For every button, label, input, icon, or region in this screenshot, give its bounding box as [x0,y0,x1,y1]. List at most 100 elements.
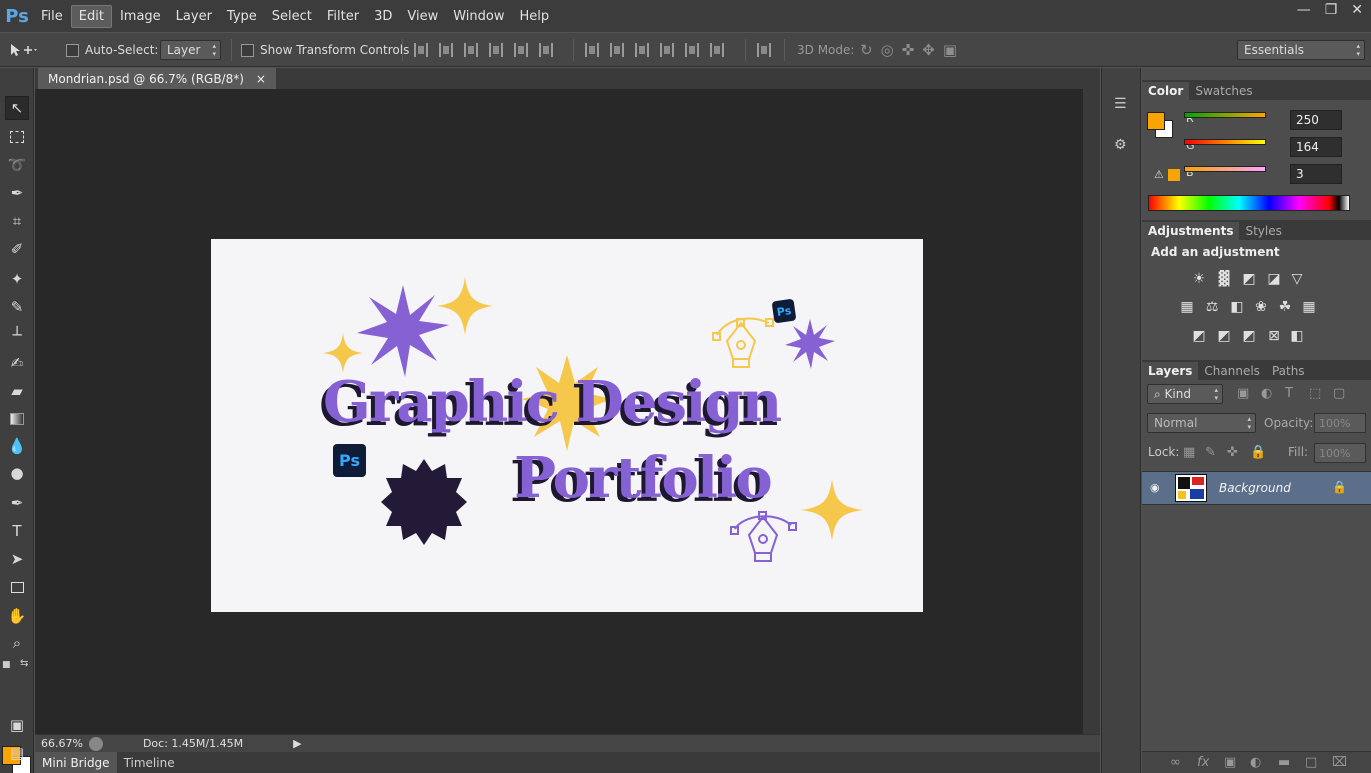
auto-select-checkbox[interactable]: Auto-Select: [66,33,158,67]
delete-layer-icon[interactable]: ⌧ [1332,755,1347,770]
swap-colors-icon[interactable]: ⇆ [20,658,28,669]
clone-stamp-tool-icon[interactable]: ┴ [5,323,29,347]
layer-row[interactable]: ◉ Background 🔒 [1142,471,1371,505]
new-adjustment-icon[interactable]: ◐ [1250,755,1261,770]
fill-field[interactable]: 100% [1314,443,1366,463]
menu-edit[interactable]: Edit [70,4,112,28]
distribute-bottom-icon[interactable] [635,43,649,57]
lock-position-icon[interactable]: ✜ [1227,445,1238,460]
gradient-tool-icon[interactable] [5,407,29,431]
gradient-map-icon[interactable]: ◧ [1288,328,1306,344]
selective-color-icon[interactable]: ⊠ [1265,328,1283,344]
menu-select[interactable]: Select [265,6,319,27]
tab-color[interactable]: Color [1142,82,1190,100]
color-lookup-icon[interactable]: ▦ [1300,299,1318,315]
vertical-scrollbar[interactable] [1083,89,1100,734]
hand-tool-icon[interactable]: ✋ [5,604,29,628]
menu-file[interactable]: File [34,6,70,27]
photo-filter-icon[interactable]: ❀ [1252,299,1270,315]
menu-3d[interactable]: 3D [367,6,399,27]
slider-r[interactable] [1184,112,1266,118]
move-tool-icon[interactable]: ↖ [5,96,29,120]
lasso-tool-icon[interactable]: ➰ [5,153,29,177]
gamut-color-chip[interactable] [1168,169,1180,181]
blend-mode-dropdown[interactable]: Normal [1147,413,1256,433]
quick-mask-icon[interactable]: ▣ [5,713,29,737]
properties-panel-icon[interactable]: ⚙ [1114,137,1127,153]
align-vcenter-icon[interactable] [439,43,453,57]
menu-filter[interactable]: Filter [320,6,366,27]
quick-select-tool-icon[interactable]: ✒ [5,181,29,205]
auto-select-dropdown[interactable]: Layer [160,40,221,60]
hue-saturation-icon[interactable]: ▦ [1178,299,1196,315]
history-panel-icon[interactable]: ☰ [1114,96,1127,112]
new-group-icon[interactable]: ▬ [1278,755,1290,770]
artboard[interactable]: Ps Ps Graphic Design Portfolio [211,239,923,612]
close-button[interactable]: ✕ [1351,2,1363,18]
status-arrow-icon[interactable]: ▶ [293,737,301,750]
3d-scale-icon[interactable]: ▣ [943,41,957,59]
new-layer-icon[interactable]: □ [1305,755,1317,770]
status-info-icon[interactable] [88,736,103,751]
levels-icon[interactable]: ▓ [1215,271,1233,287]
color-balance-icon[interactable]: ⚖ [1203,299,1221,315]
path-select-tool-icon[interactable]: ➤ [5,547,29,571]
opacity-field[interactable]: 100% [1314,413,1366,433]
align-bottom-icon[interactable] [464,43,478,57]
distribute-left-icon[interactable] [660,43,674,57]
vibrance-icon[interactable]: ▽ [1288,271,1306,287]
filter-type-icon[interactable]: T [1285,386,1293,401]
menu-window[interactable]: Window [446,6,511,27]
pen-tool-icon[interactable]: ✒ [5,491,29,515]
filter-adjustment-icon[interactable]: ◐ [1261,386,1272,401]
tab-mini-bridge[interactable]: Mini Bridge [35,752,117,773]
align-top-icon[interactable] [414,43,428,57]
dodge-tool-icon[interactable]: ● [5,461,29,485]
g-value-field[interactable]: 164 [1290,137,1342,157]
auto-align-icon[interactable] [757,43,771,57]
slider-b[interactable] [1184,166,1266,172]
move-tool-preset-icon[interactable] [8,33,38,67]
zoom-level[interactable]: 66.67% [35,737,89,750]
threshold-icon[interactable]: ◩ [1240,328,1258,344]
distribute-vcenter-icon[interactable] [610,43,624,57]
link-layers-icon[interactable]: ∞ [1170,755,1181,770]
black-white-icon[interactable]: ◧ [1228,299,1246,315]
tab-layers[interactable]: Layers [1142,362,1199,380]
lock-all-icon[interactable]: 🔒 [1250,445,1266,460]
type-tool-icon[interactable]: T [5,519,29,543]
3d-slide-icon[interactable]: ✥ [922,41,935,59]
tab-timeline[interactable]: Timeline [117,752,182,773]
align-right-icon[interactable] [539,43,553,57]
filter-shape-icon[interactable]: ⬚ [1309,386,1321,401]
default-colors-icon[interactable]: ■ [2,660,11,670]
document-tab[interactable]: Mondrian.psd @ 66.7% (RGB/8*) × [38,68,276,89]
invert-icon[interactable]: ◩ [1190,328,1208,344]
3d-pan-icon[interactable]: ✜ [902,41,915,59]
slider-g[interactable] [1184,139,1266,145]
posterize-icon[interactable]: ◩ [1215,328,1233,344]
blur-tool-icon[interactable]: 💧 [5,434,29,458]
channel-mixer-icon[interactable]: ☘ [1276,299,1294,315]
zoom-tool-icon[interactable]: ⌕ [5,631,29,655]
restore-button[interactable]: ❐ [1325,2,1338,18]
brush-tool-icon[interactable]: ✎ [5,295,29,319]
crop-tool-icon[interactable]: ⌗ [5,209,29,233]
gamut-warning-icon[interactable]: ⚠ [1154,168,1164,181]
show-transform-check-box[interactable] [241,43,254,57]
color-fg-swatch[interactable] [1147,112,1165,130]
healing-brush-tool-icon[interactable]: ✦ [5,267,29,291]
curves-icon[interactable]: ◩ [1240,271,1258,287]
menu-image[interactable]: Image [113,6,168,27]
3d-orbit-icon[interactable]: ↻ [860,41,873,59]
tab-swatches[interactable]: Swatches [1189,82,1258,100]
exposure-icon[interactable]: ◪ [1265,271,1283,287]
tab-paths[interactable]: Paths [1266,362,1311,380]
add-mask-icon[interactable]: ▣ [1224,755,1236,770]
workspace-dropdown[interactable]: Essentials [1237,40,1365,60]
minimize-button[interactable]: — [1297,2,1311,18]
brightness-contrast-icon[interactable]: ☀ [1190,271,1208,287]
close-document-icon[interactable]: × [256,72,266,86]
menu-help[interactable]: Help [513,6,557,27]
eyedropper-tool-icon[interactable]: ✐ [5,237,29,261]
